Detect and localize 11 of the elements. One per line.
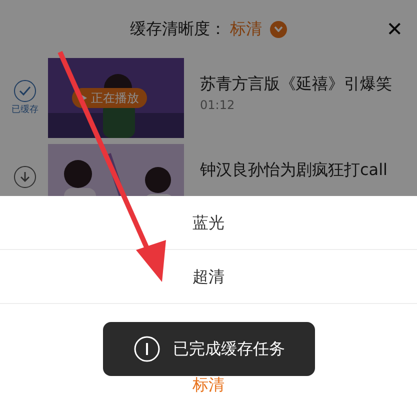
status-label: 已缓存 bbox=[12, 104, 38, 117]
video-title[interactable]: 苏青方言版《延禧》引爆笑 bbox=[200, 72, 392, 96]
close-button[interactable]: ✕ bbox=[386, 14, 403, 44]
toast-message: 已完成缓存任务 bbox=[173, 338, 285, 360]
quality-value: 标清 bbox=[230, 18, 262, 40]
info-icon bbox=[133, 335, 161, 363]
video-title[interactable]: 钟汉良孙怡为剧疯狂打call bbox=[200, 158, 388, 182]
dropdown-icon[interactable] bbox=[270, 20, 287, 38]
video-duration: 01:12 bbox=[200, 97, 236, 114]
badge-text: 正在播放 bbox=[91, 90, 139, 107]
header-label: 缓存清晰度： bbox=[130, 18, 226, 40]
